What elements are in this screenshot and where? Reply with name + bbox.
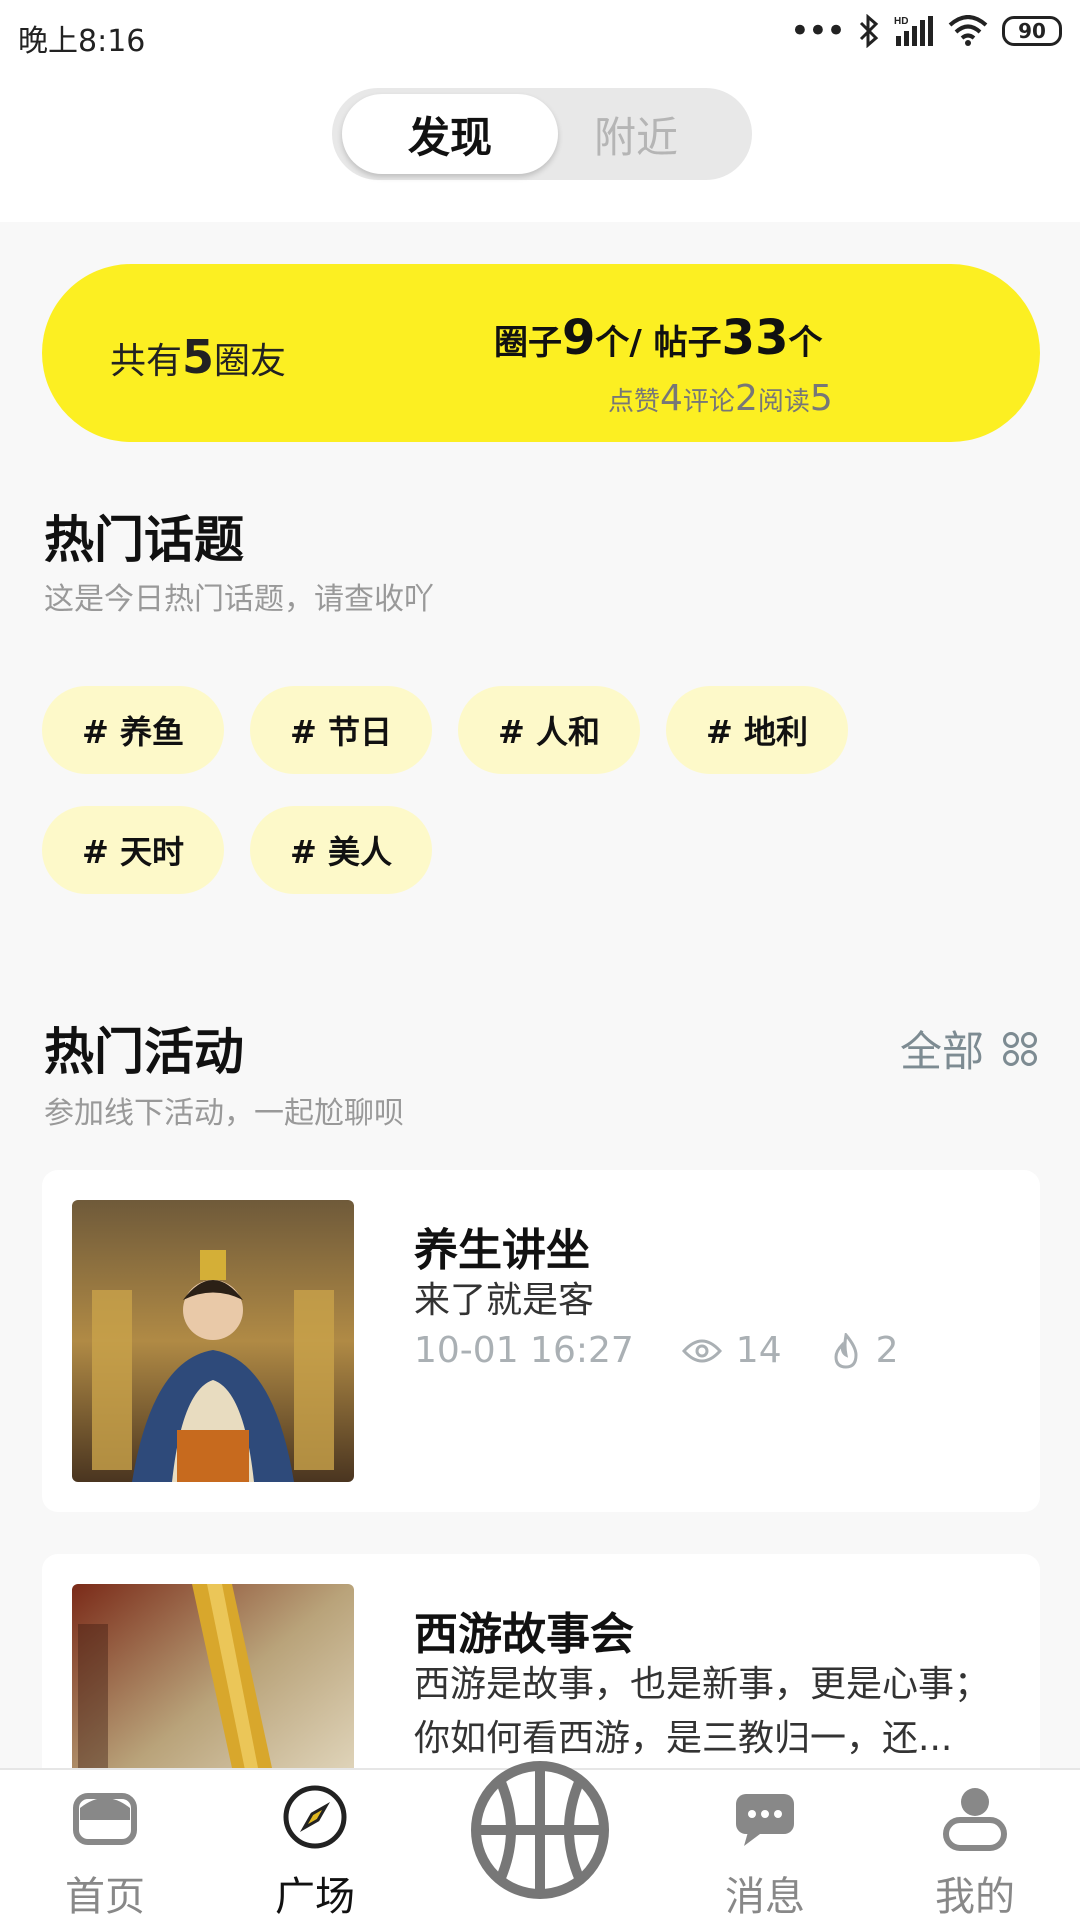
- tab-discover[interactable]: 发现: [342, 94, 558, 174]
- activity-title: 养生讲坐: [414, 1225, 590, 1276]
- hot-stat: 2: [830, 1330, 899, 1371]
- tab-home-label: 首页: [65, 1874, 145, 1920]
- top-header: 发现 附近: [0, 72, 1080, 222]
- tab-nearby[interactable]: 附近: [528, 94, 744, 174]
- basketball-icon[interactable]: [466, 1756, 614, 1904]
- views-count: 14: [735, 1330, 782, 1371]
- topic-chip[interactable]: # 养鱼: [42, 686, 224, 774]
- person-icon: [943, 1788, 1007, 1851]
- activity-title: 西游故事会: [414, 1609, 634, 1660]
- bluetooth-icon: [859, 14, 879, 48]
- compass-icon: [283, 1785, 347, 1849]
- activity-thumbnail: [72, 1200, 354, 1482]
- chat-icon: [736, 1794, 794, 1846]
- see-all-label: 全部: [899, 1027, 984, 1076]
- stats-banner: 共有5圈友 圈子9个/ 帖子33个 点赞4评论2阅读5: [42, 264, 1040, 442]
- tab-messages-label: 消息: [725, 1874, 805, 1920]
- topic-chip[interactable]: # 天时: [42, 806, 224, 894]
- activity-time: 10-01 16:27: [414, 1330, 634, 1371]
- see-all-link[interactable]: 全部: [900, 1018, 1038, 1079]
- activity-description: 西游是故事，也是新事，更是心事；你如何看西游，是三教归一，还...: [414, 1664, 991, 1759]
- activity-description: 来了就是客: [414, 1280, 595, 1321]
- status-bar: 晚上8:16 ••• HD 90: [0, 0, 1080, 72]
- hot-count: 2: [875, 1330, 899, 1371]
- tab-square-label: 广场: [275, 1874, 355, 1920]
- topic-chip[interactable]: # 节日: [250, 686, 432, 774]
- svg-text:HD: HD: [894, 16, 908, 27]
- tab-profile-label: 我的: [935, 1874, 1015, 1920]
- tab-square[interactable]: 广场: [240, 1770, 390, 1922]
- topic-chip[interactable]: # 美人: [250, 806, 432, 894]
- home-icon: [73, 1793, 137, 1845]
- tab-home[interactable]: 首页: [30, 1770, 180, 1922]
- status-icons: ••• HD 90: [790, 14, 1062, 48]
- topic-chip[interactable]: # 地利: [666, 686, 848, 774]
- activity-card[interactable]: 养生讲坐 来了就是客 10-01 16:27 14 2: [42, 1170, 1040, 1512]
- hot-activities-subtitle: 参加线下活动，一起尬聊呗: [44, 1096, 404, 1131]
- hot-topics-subtitle: 这是今日热门话题，请查收吖: [44, 582, 434, 617]
- engagement-stats: 点赞4评论2阅读5: [608, 378, 833, 419]
- segment-control: 发现 附近: [332, 88, 752, 180]
- hot-activities-title: 热门活动: [44, 1023, 244, 1081]
- circle-post-counts: 圈子9个/ 帖子33个: [494, 310, 823, 366]
- views-stat: 14: [681, 1330, 782, 1371]
- eye-icon: [681, 1339, 722, 1362]
- friends-count: 共有5圈友: [110, 330, 287, 384]
- tab-profile[interactable]: 我的: [900, 1770, 1050, 1922]
- activity-meta: 10-01 16:27 14 2: [414, 1330, 899, 1371]
- tab-messages[interactable]: 消息: [690, 1770, 840, 1922]
- more-dots-icon: •••: [789, 11, 846, 51]
- flame-icon: [834, 1332, 858, 1369]
- bottom-tab-bar: 首页 广场 消息 我的: [0, 1761, 1080, 1922]
- topic-chip[interactable]: # 人和: [458, 686, 640, 774]
- wifi-icon: [948, 15, 988, 46]
- status-time: 晚上8:16: [18, 24, 146, 59]
- hot-topics-title: 热门话题: [44, 511, 244, 569]
- battery-icon: 90: [1002, 16, 1062, 46]
- signal-icon: HD: [894, 16, 933, 46]
- grid-icon: [1003, 1031, 1037, 1066]
